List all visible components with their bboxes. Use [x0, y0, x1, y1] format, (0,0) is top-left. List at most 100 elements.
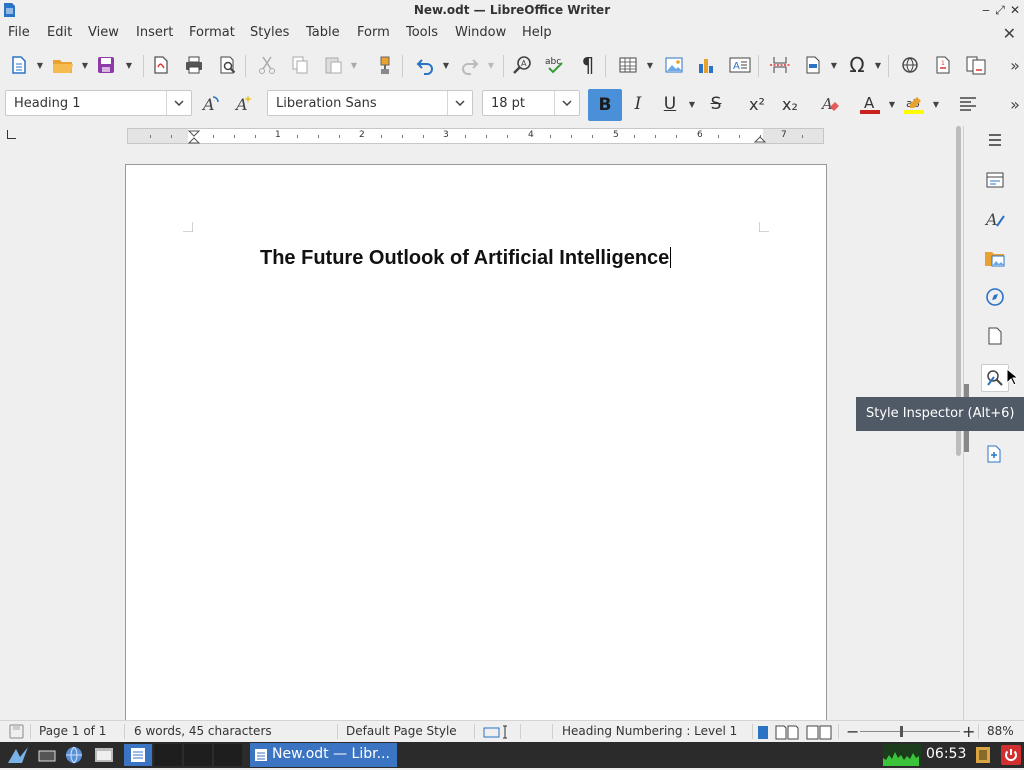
single-page-view-icon[interactable] [757, 725, 769, 740]
insert-hyperlink-icon[interactable] [898, 53, 922, 77]
font-size-combo[interactable]: 18 pt [482, 90, 580, 116]
close-icon[interactable]: ✕ [1007, 2, 1023, 18]
workspace-1[interactable] [124, 744, 152, 766]
insert-image-icon[interactable] [662, 53, 686, 77]
selection-mode-icon[interactable] [483, 725, 511, 739]
close-document-icon[interactable]: ✕ [1003, 24, 1016, 43]
insert-page-break-icon[interactable] [768, 53, 792, 77]
style-inspector-icon[interactable] [981, 364, 1009, 392]
superscript-button[interactable]: x² [745, 92, 769, 116]
menu-table[interactable]: Table [306, 25, 340, 40]
file-manager-icon[interactable] [94, 746, 114, 764]
italic-button[interactable]: I [626, 92, 650, 116]
highlight-color-icon[interactable]: ab [902, 92, 926, 116]
power-icon[interactable] [1001, 745, 1021, 765]
undo-dropdown-icon[interactable]: ▼ [442, 53, 450, 77]
font-color-dropdown-icon[interactable]: ▼ [888, 92, 896, 116]
insert-footnote-icon[interactable]: 1 [931, 53, 955, 77]
insert-chart-icon[interactable] [694, 53, 718, 77]
open-folder-icon[interactable] [51, 53, 75, 77]
font-name-combo[interactable]: Liberation Sans [267, 90, 473, 116]
menu-format[interactable]: Format [189, 25, 235, 40]
zoom-in-icon[interactable]: + [962, 722, 975, 741]
insert-endnote-icon[interactable] [964, 53, 988, 77]
chevron-down-icon[interactable] [554, 91, 579, 115]
formatting-marks-icon[interactable]: ¶ [576, 53, 600, 77]
special-character-dropdown-icon[interactable]: ▼ [874, 53, 882, 77]
redo-icon[interactable] [458, 53, 482, 77]
print-preview-icon[interactable] [216, 53, 240, 77]
menu-view[interactable]: View [88, 25, 119, 40]
horizontal-ruler[interactable]: 1 2 3 4 5 6 7 [127, 128, 824, 144]
page-count[interactable]: Page 1 of 1 [39, 724, 106, 738]
update-style-icon[interactable]: A [198, 92, 222, 116]
manage-changes-icon[interactable] [983, 442, 1007, 466]
document-heading[interactable]: The Future Outlook of Artificial Intelli… [260, 247, 672, 270]
gallery-icon[interactable] [983, 246, 1007, 270]
document-modified-icon[interactable] [9, 724, 24, 739]
menu-form[interactable]: Form [357, 25, 390, 40]
bold-button[interactable]: B [588, 89, 622, 121]
zoom-slider[interactable] [860, 731, 960, 732]
copy-icon[interactable] [288, 53, 312, 77]
chevron-down-icon[interactable] [447, 91, 472, 115]
underline-dropdown-icon[interactable]: ▼ [688, 92, 696, 116]
export-pdf-icon[interactable] [149, 53, 173, 77]
word-count[interactable]: 6 words, 45 characters [134, 724, 272, 738]
save-dropdown-icon[interactable]: ▼ [125, 53, 133, 77]
properties-icon[interactable] [983, 168, 1007, 192]
paste-icon[interactable] [321, 53, 345, 77]
tab-stop-selector[interactable] [7, 130, 16, 139]
sidebar-menu-icon[interactable] [983, 128, 1007, 152]
highlight-dropdown-icon[interactable]: ▼ [932, 92, 940, 116]
clone-formatting-icon[interactable] [373, 53, 397, 77]
clear-formatting-icon[interactable]: A [818, 92, 842, 116]
font-color-icon[interactable]: A [858, 92, 882, 116]
insert-field-icon[interactable] [801, 53, 825, 77]
new-dropdown-icon[interactable]: ▼ [36, 53, 44, 77]
undo-icon[interactable] [413, 53, 437, 77]
insert-table-icon[interactable] [616, 53, 640, 77]
navigator-icon[interactable] [983, 285, 1007, 309]
workspace-2[interactable] [154, 744, 182, 766]
taskbar-writer-task[interactable]: New.odt — Libr... [250, 743, 397, 767]
zoom-level[interactable]: 88% [987, 724, 1014, 738]
menu-tools[interactable]: Tools [406, 25, 438, 40]
right-indent-marker-icon[interactable] [754, 136, 766, 143]
multi-page-view-icon[interactable] [775, 725, 799, 740]
new-document-icon[interactable] [7, 53, 31, 77]
indent-marker-icon[interactable] [188, 130, 200, 144]
menu-help[interactable]: Help [522, 25, 552, 40]
page-icon[interactable] [983, 324, 1007, 348]
print-icon[interactable] [182, 53, 206, 77]
menu-file[interactable]: File [8, 25, 30, 40]
lock-screen-icon[interactable] [975, 746, 991, 764]
menu-window[interactable]: Window [455, 25, 506, 40]
show-desktop-icon[interactable] [38, 747, 56, 763]
more-options-icon[interactable]: » [1003, 53, 1024, 77]
document-page[interactable]: The Future Outlook of Artificial Intelli… [125, 164, 827, 720]
styles-icon[interactable]: A [983, 207, 1007, 231]
outline-level[interactable]: Heading Numbering : Level 1 [562, 724, 737, 738]
zoom-out-icon[interactable]: − [846, 722, 859, 741]
zoom-slider-thumb[interactable] [900, 726, 903, 737]
insert-text-box-icon[interactable]: A [728, 53, 752, 77]
save-icon[interactable] [94, 53, 118, 77]
redo-dropdown-icon[interactable]: ▼ [487, 53, 495, 77]
find-replace-icon[interactable]: A [511, 53, 535, 77]
web-browser-icon[interactable] [64, 745, 84, 765]
start-menu-icon[interactable] [6, 745, 30, 765]
underline-button[interactable]: U [658, 92, 682, 116]
paragraph-style-combo[interactable]: Heading 1 [5, 90, 192, 116]
menu-edit[interactable]: Edit [47, 25, 72, 40]
insert-special-character-icon[interactable]: Ω [845, 53, 869, 77]
book-view-icon[interactable] [806, 725, 832, 740]
workspace-4[interactable] [214, 744, 242, 766]
cut-icon[interactable] [255, 53, 279, 77]
insert-field-dropdown-icon[interactable]: ▼ [830, 53, 838, 77]
workspace-3[interactable] [184, 744, 212, 766]
chevron-down-icon[interactable] [166, 91, 191, 115]
strikethrough-button[interactable]: S [704, 92, 728, 116]
spelling-icon[interactable]: abc [543, 53, 567, 77]
insert-table-dropdown-icon[interactable]: ▼ [646, 53, 654, 77]
